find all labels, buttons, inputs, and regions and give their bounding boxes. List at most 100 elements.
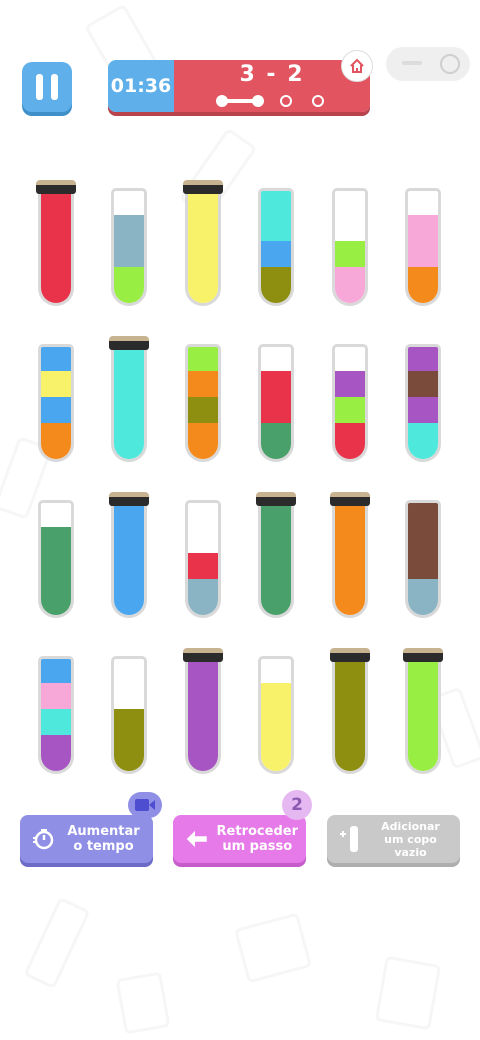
pause-button[interactable] xyxy=(22,62,72,112)
liquid-layer xyxy=(114,396,144,423)
liquid-layer xyxy=(261,735,291,771)
tube-cork xyxy=(330,492,370,506)
liquid-layer xyxy=(408,708,438,735)
tube-liquid xyxy=(408,347,438,459)
tube-liquid xyxy=(261,191,291,303)
tube-cork xyxy=(403,648,443,662)
home-icon xyxy=(350,58,364,73)
tube-liquid xyxy=(408,215,438,303)
tube-liquid xyxy=(408,503,438,615)
undo-count-badge: 2 xyxy=(282,790,312,820)
pause-icon xyxy=(36,74,58,100)
tube[interactable] xyxy=(258,188,294,306)
liquid-layer xyxy=(114,578,144,615)
liquid-layer xyxy=(188,579,218,615)
background-decoration xyxy=(23,896,91,990)
tube[interactable] xyxy=(38,656,74,774)
liquid-layer xyxy=(41,579,71,615)
liquid-layer xyxy=(408,267,438,303)
liquid-layer xyxy=(261,371,291,397)
liquid-layer xyxy=(335,371,365,397)
liquid-layer xyxy=(408,397,438,423)
tube-liquid xyxy=(408,659,438,771)
liquid-layer xyxy=(335,423,365,459)
undo-button[interactable]: Retroceder um passo xyxy=(173,815,306,863)
liquid-layer xyxy=(408,371,438,397)
tube[interactable] xyxy=(258,344,294,462)
tube-liquid xyxy=(335,503,365,615)
tube-cork xyxy=(183,648,223,662)
liquid-layer xyxy=(335,552,365,579)
tube-liquid xyxy=(41,527,71,615)
tube[interactable] xyxy=(38,344,74,462)
liquid-layer xyxy=(114,735,144,771)
tube[interactable] xyxy=(405,344,441,462)
tube[interactable] xyxy=(111,344,147,462)
liquid-layer xyxy=(261,215,291,241)
liquid-layer xyxy=(188,240,218,267)
background-decoration xyxy=(233,912,313,984)
liquid-layer xyxy=(188,371,218,397)
tube-liquid xyxy=(335,241,365,303)
liquid-layer xyxy=(114,709,144,735)
tube[interactable] xyxy=(405,500,441,618)
tube[interactable] xyxy=(405,188,441,306)
liquid-layer xyxy=(188,347,218,371)
tube[interactable] xyxy=(332,656,368,774)
tube[interactable] xyxy=(185,500,221,618)
liquid-layer xyxy=(261,578,291,615)
liquid-layer xyxy=(408,579,438,615)
liquid-layer xyxy=(188,213,218,240)
tube[interactable] xyxy=(258,500,294,618)
liquid-layer xyxy=(335,525,365,552)
liquid-layer xyxy=(41,423,71,459)
tube-liquid xyxy=(114,709,144,771)
tube-liquid xyxy=(41,347,71,459)
tube[interactable] xyxy=(111,188,147,306)
tube[interactable] xyxy=(185,344,221,462)
tube[interactable] xyxy=(38,188,74,306)
home-button[interactable] xyxy=(341,50,373,82)
tube[interactable] xyxy=(258,656,294,774)
background-decoration xyxy=(115,971,171,1035)
liquid-layer xyxy=(41,266,71,303)
tube[interactable] xyxy=(185,188,221,306)
liquid-layer xyxy=(114,525,144,552)
stage-dot xyxy=(312,95,324,107)
tube-cork xyxy=(109,336,149,350)
tube[interactable] xyxy=(185,656,221,774)
liquid-layer xyxy=(114,552,144,579)
add-time-button[interactable]: Aumentar o tempo xyxy=(20,815,153,863)
liquid-layer xyxy=(261,683,291,709)
liquid-layer xyxy=(408,423,438,459)
tube[interactable] xyxy=(111,500,147,618)
liquid-layer xyxy=(41,735,71,771)
tube[interactable] xyxy=(332,344,368,462)
liquid-layer xyxy=(114,241,144,267)
liquid-layer xyxy=(41,240,71,267)
tube[interactable] xyxy=(332,188,368,306)
tube-liquid xyxy=(261,503,291,615)
liquid-layer xyxy=(261,397,291,423)
tube[interactable] xyxy=(111,656,147,774)
liquid-layer xyxy=(41,709,71,735)
tube-liquid xyxy=(188,553,218,615)
settings-toggle[interactable] xyxy=(386,47,470,81)
tube-cork xyxy=(256,492,296,506)
liquid-layer xyxy=(41,527,71,553)
liquid-layer xyxy=(261,191,291,215)
tube[interactable] xyxy=(405,656,441,774)
level-panel: 01:36 3 - 2 xyxy=(108,60,370,112)
liquid-layer xyxy=(41,371,71,397)
liquid-layer xyxy=(335,397,365,423)
add-tube-label-line2: um copo vazio xyxy=(384,832,437,859)
add-empty-tube-button[interactable]: Adicionar um copo vazio xyxy=(327,815,460,863)
tube-liquid xyxy=(188,347,218,459)
video-camera-icon xyxy=(135,799,155,811)
liquid-layer xyxy=(261,552,291,579)
tube-liquid xyxy=(335,371,365,459)
tube[interactable] xyxy=(38,500,74,618)
add-tube-icon xyxy=(340,826,358,852)
tube[interactable] xyxy=(332,500,368,618)
liquid-layer xyxy=(335,241,365,267)
